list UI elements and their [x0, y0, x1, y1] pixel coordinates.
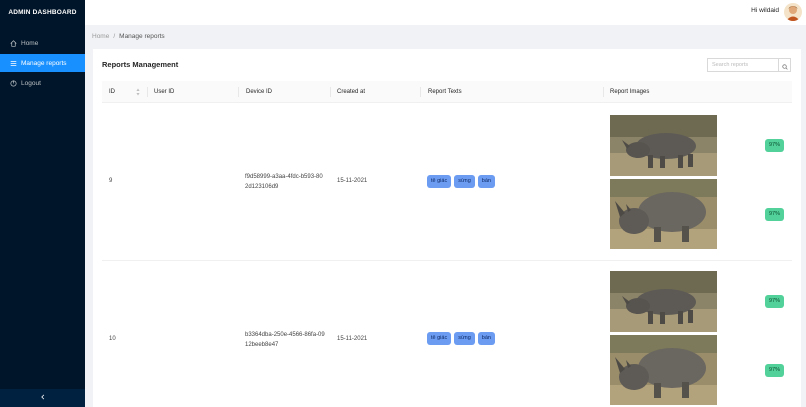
table-header: ID User ID Device ID Created at Report T…	[102, 81, 792, 103]
sidebar-item-manage-reports[interactable]: Manage reports	[0, 54, 85, 72]
sidebar: ADMIN DASHBOARD Home Manage reports Logo…	[0, 0, 85, 407]
sidebar-collapse-button[interactable]	[0, 389, 85, 407]
breadcrumb-current: Manage reports	[119, 33, 165, 40]
report-image[interactable]	[610, 335, 717, 405]
report-text-tag: bán	[477, 175, 495, 188]
user-greeting: Hi wildaid	[751, 7, 779, 14]
row-device-id: f9d58999-a3aa-4fdc-b593-802d123106d9	[245, 174, 323, 190]
row-id: 10	[109, 336, 116, 342]
report-text-tags: tê giác sừng bán	[427, 175, 495, 188]
breadcrumb-home-link[interactable]: Home	[92, 33, 109, 40]
row-device-id: b3364dba-250e-4566-86fa-0912beeb8e47	[245, 332, 325, 348]
report-text-tag: sừng	[454, 332, 475, 345]
report-text-tag: tê giác	[427, 175, 452, 188]
search-box	[707, 58, 791, 72]
report-text-tags: tê giác sừng bán	[427, 332, 495, 345]
avatar[interactable]	[784, 3, 802, 21]
breadcrumb-separator: /	[113, 33, 116, 40]
sidebar-item-logout[interactable]: Logout	[0, 74, 85, 92]
sidebar-item-label: Logout	[21, 79, 41, 87]
sidebar-item-label: Home	[21, 39, 39, 47]
table-row[interactable]: 10 b3364dba-250e-4566-86fa-0912beeb8e47 …	[102, 261, 792, 407]
column-header-report-texts: Report Texts	[428, 89, 462, 95]
column-header-user-id: User ID	[154, 89, 175, 95]
row-created-at: 15-11-2021	[337, 178, 368, 184]
top-header: Hi wildaid	[85, 0, 806, 25]
search-input[interactable]	[707, 58, 778, 72]
confidence-badge: 97%	[765, 295, 784, 308]
column-header-created-at: Created at	[337, 89, 366, 95]
page-title: Reports Management	[102, 60, 179, 69]
report-image[interactable]	[610, 179, 717, 249]
report-image[interactable]	[610, 271, 717, 332]
logout-icon	[10, 79, 17, 87]
confidence-badge: 97%	[765, 139, 784, 152]
table-row[interactable]: 9 f9d58999-a3aa-4fdc-b593-802d123106d9 1…	[102, 103, 792, 261]
home-icon	[10, 39, 17, 47]
confidence-badge: 97%	[765, 208, 784, 221]
report-image[interactable]	[610, 115, 717, 176]
app-title: ADMIN DASHBOARD	[8, 9, 77, 16]
column-header-device-id: Device ID	[246, 89, 273, 95]
column-header-report-images: Report Images	[610, 89, 650, 95]
row-id: 9	[109, 178, 113, 184]
row-created-at: 15-11-2021	[337, 336, 368, 342]
report-text-tag: sừng	[454, 175, 475, 188]
list-icon	[10, 60, 17, 67]
breadcrumb: Home / Manage reports	[92, 33, 165, 40]
search-icon	[781, 58, 788, 73]
search-button[interactable]	[778, 58, 791, 72]
reports-card: Reports Management ID User ID Device ID …	[93, 49, 801, 407]
sidebar-item-label: Manage reports	[21, 59, 67, 67]
chevron-left-icon	[40, 394, 46, 402]
report-text-tag: bán	[477, 332, 495, 345]
sort-icon[interactable]	[136, 88, 140, 98]
sidebar-item-home[interactable]: Home	[0, 34, 85, 52]
column-header-id[interactable]: ID	[109, 81, 115, 103]
report-text-tag: tê giác	[427, 332, 452, 345]
confidence-badge: 97%	[765, 364, 784, 377]
